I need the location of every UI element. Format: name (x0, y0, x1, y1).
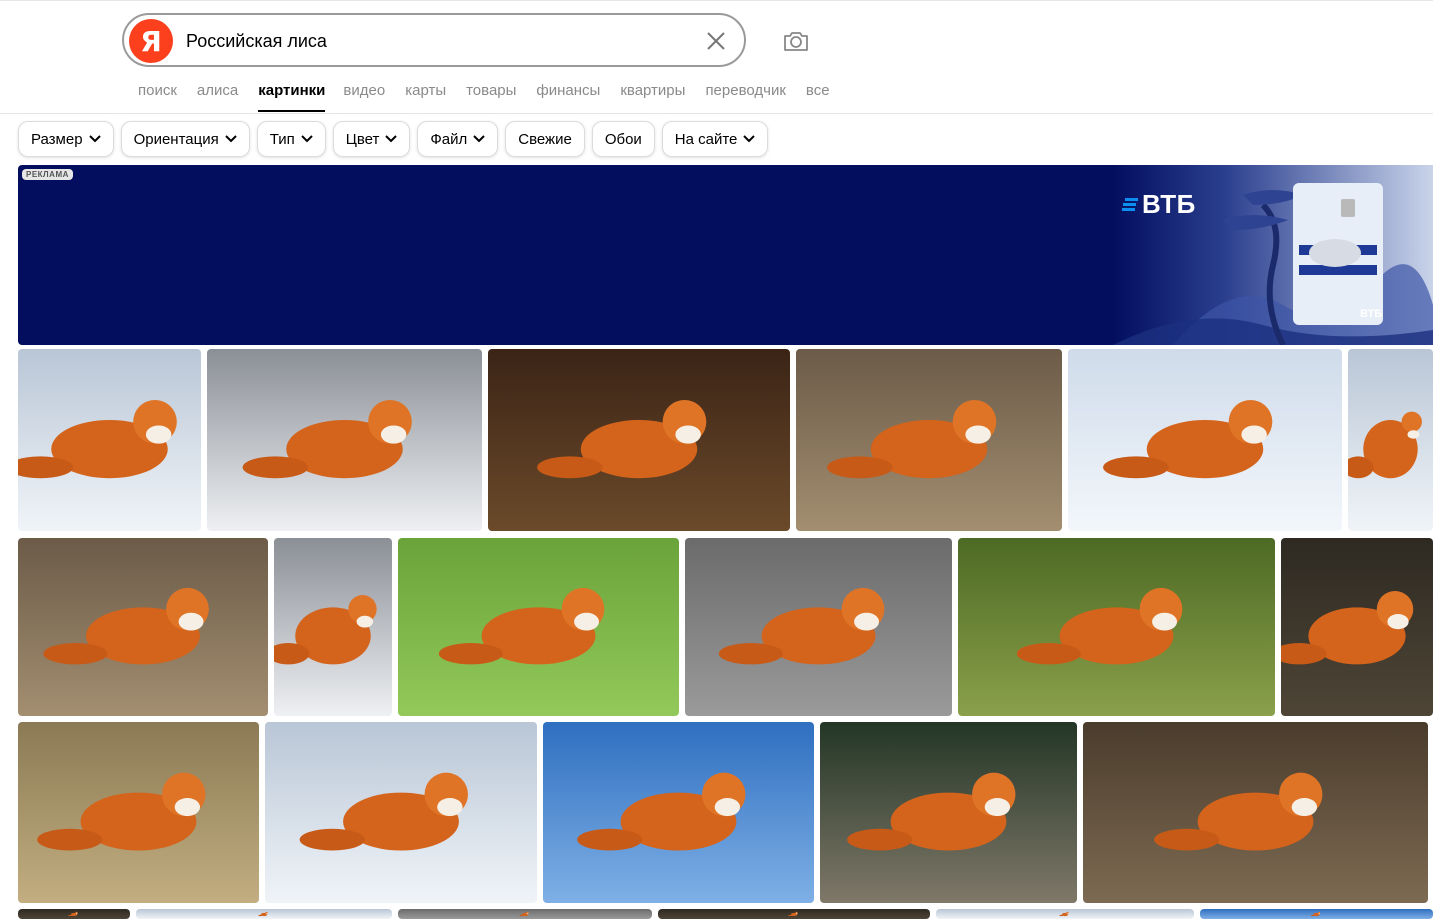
fox-photo (658, 909, 930, 919)
fox-photo (685, 538, 952, 716)
fox-photo (18, 722, 259, 903)
nav-item[interactable]: финансы (536, 82, 600, 104)
nav-item[interactable]: переводчик (705, 82, 785, 104)
filter-chip[interactable]: Свежие (505, 121, 585, 157)
nav-item[interactable]: видео (343, 82, 385, 104)
camera-icon[interactable] (781, 27, 811, 55)
fox-photo (958, 538, 1275, 716)
image-result[interactable] (1200, 909, 1433, 919)
filter-label: Файл (430, 130, 468, 148)
filter-chip[interactable]: Обои (591, 121, 655, 157)
nav-item[interactable]: все (806, 82, 830, 104)
fox-photo (18, 909, 130, 919)
image-result[interactable] (265, 722, 537, 903)
fox-photo (1083, 722, 1428, 903)
fox-photo (207, 349, 482, 531)
services-nav: поиск алиса картинки видео карты товары финанс… (138, 82, 850, 112)
filter-label: Ориентация (133, 130, 219, 148)
fox-photo (1281, 538, 1433, 716)
nav-item[interactable]: картинки (258, 82, 326, 112)
image-result[interactable] (1083, 722, 1428, 903)
filter-label: Тип (269, 130, 295, 148)
chevron-down-icon (743, 135, 756, 143)
search-box[interactable]: Я (122, 13, 746, 67)
search-input[interactable] (184, 24, 688, 58)
fox-photo (18, 538, 268, 716)
image-result[interactable] (1068, 349, 1342, 531)
fox-photo (136, 909, 392, 919)
vtb-stripes-icon (1122, 197, 1138, 211)
chevron-down-icon (225, 135, 237, 143)
chevron-down-icon (385, 135, 398, 143)
fox-photo (1200, 909, 1433, 919)
fox-photo (398, 538, 679, 716)
fox-photo (820, 722, 1077, 903)
filter-chip[interactable]: Ориентация (120, 121, 250, 157)
image-result[interactable] (820, 722, 1077, 903)
image-result[interactable] (207, 349, 482, 531)
image-result[interactable] (274, 538, 392, 716)
filter-chip[interactable]: Размер (18, 121, 114, 157)
fox-photo (274, 538, 392, 716)
image-result[interactable] (958, 538, 1275, 716)
image-result[interactable] (18, 909, 130, 919)
image-result[interactable] (796, 349, 1062, 531)
filter-bar: Размер Ориентация Тип Цвет Файл Свежие Обои На … (18, 121, 775, 157)
filter-label: Обои (604, 130, 642, 148)
chevron-down-icon (88, 135, 101, 143)
header-divider (0, 113, 1433, 114)
vtb-logo: ВТБ (1122, 189, 1196, 220)
fox-photo (265, 722, 537, 903)
chevron-down-icon (473, 135, 485, 143)
chevron-down-icon (301, 135, 313, 143)
card-brand-text: ВТБ (1360, 308, 1383, 320)
fox-photo (543, 722, 814, 903)
top-border (0, 0, 1433, 1)
image-result[interactable] (18, 722, 259, 903)
fox-photo (1348, 349, 1433, 531)
filter-label: Цвет (345, 130, 380, 148)
image-result[interactable] (398, 538, 679, 716)
image-result[interactable] (543, 722, 814, 903)
image-result[interactable] (658, 909, 930, 919)
image-result[interactable] (685, 538, 952, 716)
image-result[interactable] (936, 909, 1194, 919)
filter-chip[interactable]: Цвет (332, 121, 411, 157)
image-result[interactable] (1281, 538, 1433, 716)
fox-photo (796, 349, 1062, 531)
filter-chip[interactable]: Тип (256, 121, 326, 157)
filter-chip[interactable]: На сайте (661, 121, 769, 157)
nav-item[interactable]: поиск (138, 82, 177, 104)
fox-photo (398, 909, 652, 919)
filter-chip[interactable]: Файл (417, 121, 499, 157)
nav-item[interactable]: квартиры (620, 82, 685, 104)
yandex-logo[interactable]: Я (129, 19, 173, 63)
filter-label: Свежие (518, 130, 572, 148)
fox-photo (488, 349, 790, 531)
ad-banner[interactable]: РЕКЛАМА ВТБ ВТБ (18, 165, 1433, 345)
nav-item[interactable]: карты (405, 82, 446, 104)
ad-label: РЕКЛАМА (22, 169, 73, 180)
image-result[interactable] (1348, 349, 1433, 531)
filter-label: Размер (31, 130, 83, 148)
filter-label: На сайте (674, 130, 738, 148)
fox-photo (1068, 349, 1342, 531)
image-result[interactable] (488, 349, 790, 531)
image-result[interactable] (398, 909, 652, 919)
fox-photo (936, 909, 1194, 919)
image-result[interactable] (18, 538, 268, 716)
close-icon[interactable] (704, 29, 728, 53)
vtb-brand-text: ВТБ (1142, 189, 1196, 219)
fox-photo (18, 349, 201, 531)
nav-item[interactable]: товары (466, 82, 516, 104)
image-result[interactable] (18, 349, 201, 531)
image-result[interactable] (136, 909, 392, 919)
nav-item[interactable]: алиса (197, 82, 238, 104)
